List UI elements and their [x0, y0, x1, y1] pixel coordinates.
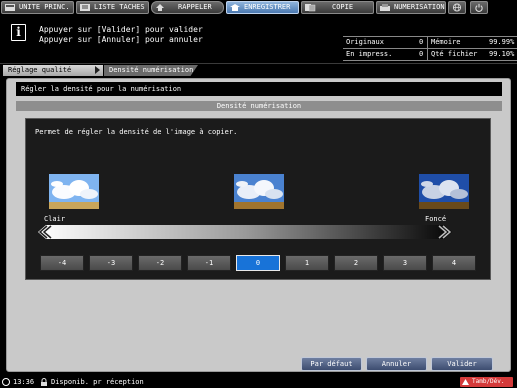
file-value: 99.10% [489, 50, 515, 58]
status-message: Disponib. pr réception [51, 378, 144, 386]
lock-icon [41, 378, 47, 386]
density-step-button[interactable]: -1 [187, 255, 231, 271]
normal-preview-image [234, 174, 284, 209]
density-gradient-bar [38, 225, 452, 239]
breadcrumb-item-scan-density: Densité numérisation [104, 65, 198, 76]
action-buttons: Par défaut Annuler Valider [0, 357, 517, 372]
counter-row-2: En impress. 0 Qté fichier 99.10% [343, 49, 517, 61]
globe-icon [452, 3, 462, 12]
density-step-button[interactable]: -2 [138, 255, 182, 271]
density-step-buttons: -4 -3 -2 -1 0 1 2 3 4 [40, 255, 479, 273]
store-icon [230, 4, 240, 11]
printing-label: En impress. [346, 50, 393, 58]
tab-label: UNITE PRINC. [19, 3, 70, 11]
tab-label: LISTE TACHES [94, 3, 145, 11]
dark-preview-image [419, 174, 469, 209]
breadcrumb: Réglage qualité Densité numérisation [0, 63, 517, 76]
tab-label: RAPPELER [178, 3, 212, 11]
density-step-button[interactable]: -3 [89, 255, 133, 271]
job-list-icon [80, 4, 90, 11]
tab-label: COPIE [332, 3, 354, 11]
warning-icon [462, 379, 469, 385]
tab-scan[interactable]: NUMERISATION [376, 1, 446, 14]
ok-button[interactable]: Valider [431, 357, 493, 371]
tab-job-list[interactable]: LISTE TACHES [76, 1, 149, 14]
tamb-label: Tamb/Dév. [472, 378, 505, 385]
tab-recall[interactable]: RAPPELER [151, 1, 224, 14]
breadcrumb-item-quality[interactable]: Réglage qualité [3, 65, 103, 76]
clock-time: 13:36 [13, 378, 35, 386]
tamb-badge[interactable]: Tamb/Dév. [460, 377, 513, 387]
main-panel: Régler la densité pour la numérisation D… [6, 78, 511, 372]
scan-icon [380, 4, 390, 11]
main-unit-icon [5, 4, 15, 11]
counter-panel: Originaux 0 Mémoire 99.99% En impress. 0… [343, 36, 517, 61]
divider [427, 49, 428, 61]
cancel-button[interactable]: Annuler [366, 357, 427, 371]
tab-copy[interactable]: COPIE [301, 1, 374, 14]
memory-label: Mémoire [431, 38, 461, 46]
clock-icon [2, 378, 10, 386]
globe-button[interactable] [448, 1, 466, 14]
counter-row-1: Originaux 0 Mémoire 99.99% [343, 37, 517, 49]
power-icon [475, 3, 483, 12]
message-line-1: Appuyer sur [Valider] pour valider [39, 25, 203, 34]
panel-title: Régler la densité pour la numérisation [16, 82, 502, 96]
printing-value: 0 [419, 50, 424, 58]
info-icon: i [11, 24, 26, 41]
copy-icon [305, 4, 316, 12]
originals-label: Originaux [346, 38, 384, 46]
tab-main-unit[interactable]: UNITE PRINC. [1, 1, 74, 14]
tab-label: ENREGISTRER [244, 3, 291, 11]
recall-icon [156, 4, 164, 11]
originals-value: 0 [419, 38, 424, 46]
tab-label: NUMERISATION [394, 3, 445, 11]
section-title: Densité numérisation [16, 101, 502, 111]
breadcrumb-arrow-icon [95, 66, 100, 74]
density-step-button[interactable]: 2 [334, 255, 378, 271]
status-bar: 13:36 Disponib. pr réception Tamb/Dév. [0, 376, 517, 388]
density-step-button[interactable]: -4 [40, 255, 84, 271]
divider [427, 37, 428, 49]
density-step-button[interactable]: 0 [236, 255, 280, 271]
dark-label: Foncé [425, 215, 447, 223]
light-label: Clair [44, 215, 66, 223]
default-button[interactable]: Par défaut [301, 357, 362, 371]
file-label: Qté fichier [431, 50, 478, 58]
memory-value: 99.99% [489, 38, 515, 46]
power-button[interactable] [470, 1, 488, 14]
density-step-button[interactable]: 4 [432, 255, 476, 271]
density-step-button[interactable]: 1 [285, 255, 329, 271]
top-tab-bar: UNITE PRINC. LISTE TACHES RAPPELER ENREG… [0, 0, 517, 15]
light-preview-image [49, 174, 99, 209]
description-text: Permet de régler la densité de l'image à… [35, 128, 238, 136]
density-step-button[interactable]: 3 [383, 255, 427, 271]
message-line-2: Appuyer sur [Annuler] pour annuler [39, 35, 203, 44]
tab-store[interactable]: ENREGISTRER [226, 1, 299, 14]
